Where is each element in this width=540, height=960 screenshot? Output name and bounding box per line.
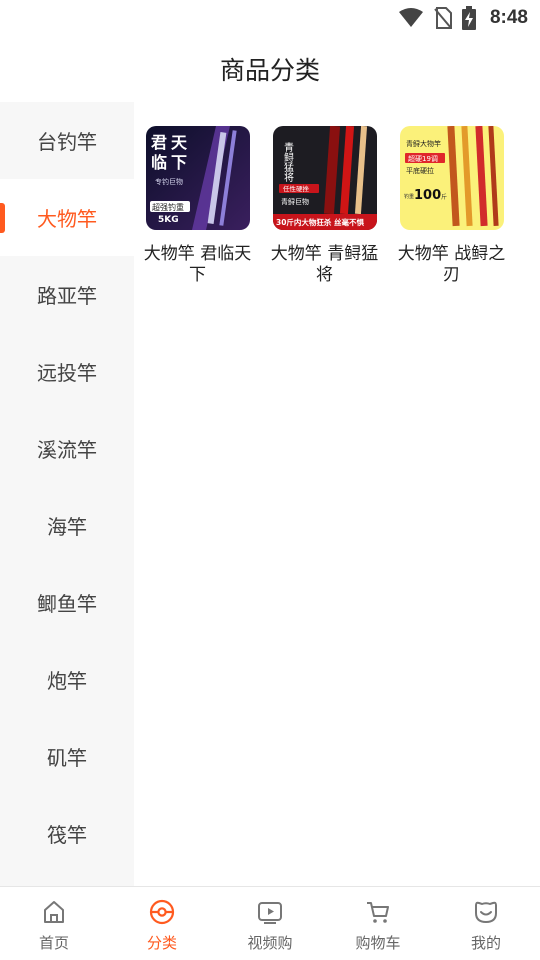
product-image[interactable]: 青鲟大物竿 超硬19调 平底硬拉 钓重 100 斤 [399,126,504,230]
sidebar-item-yuantou[interactable]: 远投竿 [0,333,134,410]
sidebar-item-label: 海竿 [47,515,87,539]
sidebar-item-fa[interactable]: 筏竿 [0,795,134,872]
image-text: 天 [171,133,188,152]
image-text: 青鲟巨物 [281,197,309,206]
tab-cart[interactable]: 购物车 [324,887,432,960]
image-text: 5KG [158,215,179,225]
product-card[interactable]: 君 天 临 下 专钓巨物 超强钓重 5KG 大物竿 君临天下 [134,126,261,286]
product-name[interactable]: 大物竿 战鲟之刃 [396,244,508,286]
tab-video-shop[interactable]: 视频购 [216,887,324,960]
sidebar-item-ji[interactable]: 矶竿 [0,718,134,795]
product-card[interactable]: 青鲟猛将 任性硬挫 青鲟巨物 30斤内大物狂杀 丝毫不惧 大物竿 青鲟猛将 [261,126,388,286]
sidebar-item-label: 大物竿 [37,207,97,231]
image-text: 平底硬拉 [406,166,434,175]
image-text: 临 [151,153,167,172]
product-image-graphic: 君 天 临 下 专钓巨物 超强钓重 5KG [145,126,250,230]
sidebar-item-label: 炮竿 [47,669,87,693]
bottom-tab-bar: 首页 分类 视频购 购物车 我的 [0,886,540,960]
sidebar-item-label: 路亚竿 [37,284,97,308]
image-text: 君 [151,133,167,152]
image-text: 下 [171,153,187,172]
sidebar-item-label: 台钓竿 [37,130,97,154]
image-text: 专钓巨物 [155,177,183,186]
category-sidebar: 台钓竿 大物竿 路亚竿 远投竿 溪流竿 海竿 鲫鱼竿 炮竿 矶竿 筏竿 [0,102,134,886]
tab-label: 购物车 [355,934,401,952]
tab-profile[interactable]: 我的 [432,887,540,960]
sidebar-item-pao[interactable]: 炮竿 [0,641,134,718]
cart-icon [367,902,389,923]
product-card[interactable]: 青鲟大物竿 超硬19调 平底硬拉 钓重 100 斤 大物竿 战鲟之刃 [388,126,515,286]
product-image-graphic: 青鲟大物竿 超硬19调 平底硬拉 钓重 100 斤 [399,126,504,230]
tab-home[interactable]: 首页 [0,887,108,960]
image-text: 任性硬挫 [283,184,310,193]
category-icon [149,899,175,925]
sidebar-item-jiyu[interactable]: 鲫鱼竿 [0,564,134,641]
tab-category[interactable]: 分类 [108,887,216,960]
profile-icon [475,901,497,924]
image-text: 斤 [441,193,447,201]
sidebar-item-label: 溪流竿 [37,438,97,462]
tab-label: 首页 [38,934,69,952]
sidebar-item-luya[interactable]: 路亚竿 [0,256,134,333]
sidebar-item-label: 远投竿 [37,361,97,385]
battery-charging-icon [461,6,476,30]
status-bar: 8:48 [0,0,540,36]
image-text: 钓重 [404,193,414,200]
product-name[interactable]: 大物竿 君临天下 [142,244,254,286]
sidebar-item-label: 筏竿 [47,823,87,847]
page-title: 商品分类 [219,56,320,85]
video-icon [258,902,282,924]
no-sim-icon [434,7,452,29]
image-text: 青鲟大物竿 [406,139,441,148]
status-time: 8:48 [489,7,528,28]
home-icon [44,901,64,923]
image-text: 青鲟猛将 [281,141,293,182]
sidebar-item-dawu[interactable]: 大物竿 [0,179,134,256]
sidebar-item-label: 鲫鱼竿 [37,592,97,616]
image-text: 30斤内大物狂杀 丝毫不惧 [276,217,365,227]
image-text: 超硬19调 [408,154,438,163]
sidebar-item-xiliu[interactable]: 溪流竿 [0,410,134,487]
product-grid: 君 天 临 下 专钓巨物 超强钓重 5KG 大物竿 君临天下 青鲟猛将 任性硬挫… [134,102,540,286]
title-bar: 商品分类 [0,36,540,102]
product-image[interactable]: 君 天 临 下 专钓巨物 超强钓重 5KG [145,126,250,230]
tab-label: 视频购 [247,934,293,952]
product-name[interactable]: 大物竿 青鲟猛将 [269,244,381,286]
sidebar-item-taidiao[interactable]: 台钓竿 [0,102,134,179]
product-image-graphic: 青鲟猛将 任性硬挫 青鲟巨物 30斤内大物狂杀 丝毫不惧 [272,126,377,230]
wifi-icon [398,8,423,27]
sidebar-item-label: 矶竿 [47,746,87,770]
sidebar-item-hai[interactable]: 海竿 [0,487,134,564]
product-image[interactable]: 青鲟猛将 任性硬挫 青鲟巨物 30斤内大物狂杀 丝毫不惧 [272,126,377,230]
image-text: 100 [414,188,441,203]
product-content: 君 天 临 下 专钓巨物 超强钓重 5KG 大物竿 君临天下 青鲟猛将 任性硬挫… [134,102,540,886]
image-text: 超强钓重 [152,202,184,212]
tab-label: 分类 [146,934,177,952]
tab-label: 我的 [470,934,501,952]
